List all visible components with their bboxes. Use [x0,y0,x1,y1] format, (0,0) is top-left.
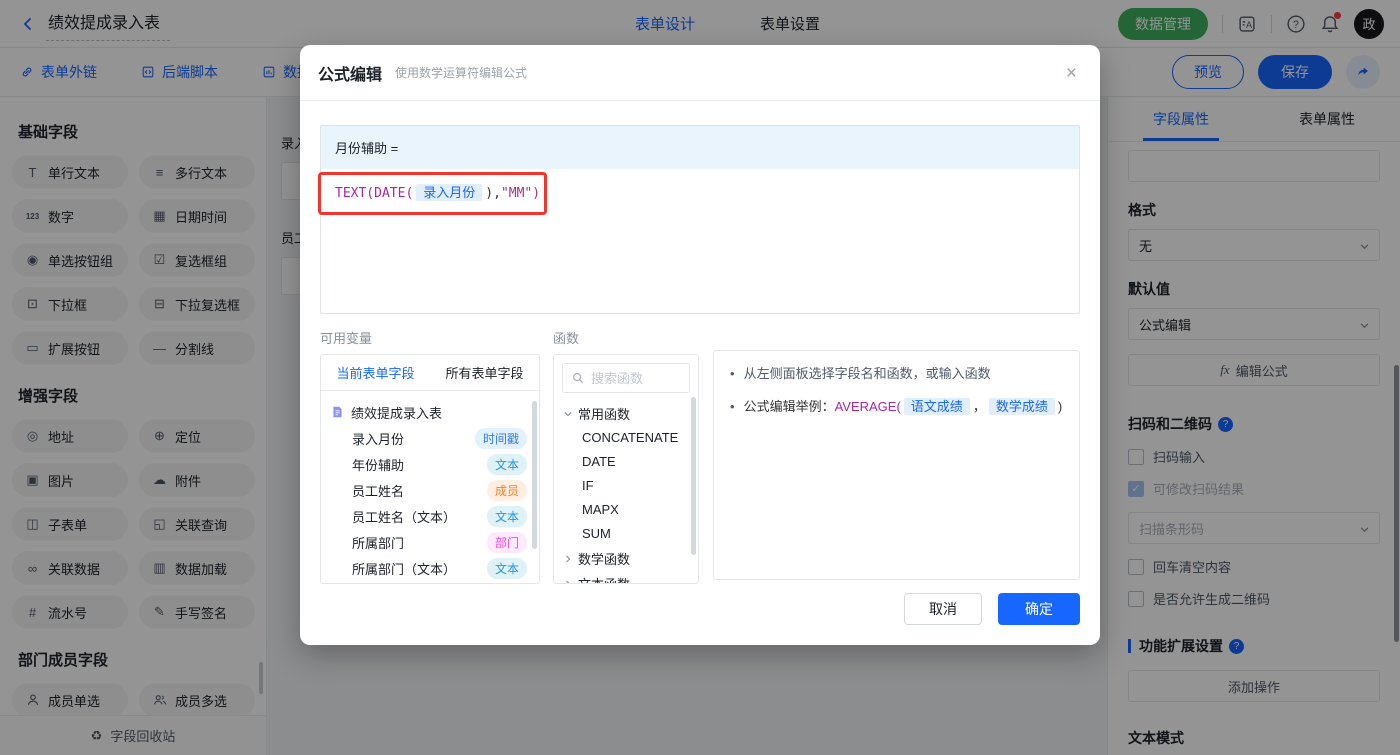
formula-token: "MM") [501,186,540,201]
function-group-label: 文本函数 [578,574,630,584]
bullet: • [730,397,735,417]
variables-tab-all[interactable]: 所有表单字段 [430,355,539,390]
formula-editor-area[interactable]: TEXT(DATE(录入月份),"MM") [321,169,1079,313]
variable-type-badge: 文本 [487,558,527,579]
formula-box: 月份辅助 = TEXT(DATE(录入月份),"MM") [320,125,1080,314]
function-item[interactable]: IF [554,474,698,498]
function-search-input[interactable] [591,371,681,386]
chevron-right-icon [563,579,573,585]
variable-row[interactable]: 员工姓名 成员 [321,477,539,503]
variable-type-badge: 时间戳 [475,428,527,449]
variable-type-badge: 文本 [487,506,527,527]
variable-row[interactable]: 员工姓名（文本） 文本 [321,503,539,529]
field-chip[interactable]: 语文成绩 [904,398,970,415]
bullet: • [730,364,735,384]
help-line-1: • 从左侧面板选择字段名和函数，或输入函数 [730,364,1063,384]
chevron-down-icon [563,409,573,419]
form-file-icon [331,405,344,419]
search-icon [571,371,585,385]
confirm-button[interactable]: 确定 [998,593,1080,625]
function-group-label: 常用函数 [578,404,630,423]
function-search [562,363,690,393]
modal-header: 公式编辑 使用数学运算符编辑公式 [300,45,1100,101]
variable-type-badge: 文本 [487,454,527,475]
variable-root-label: 绩效提成录入表 [351,403,442,422]
field-chip[interactable]: 数学成绩 [989,398,1055,415]
variable-name: 员工姓名 [352,481,404,500]
formula-editor-modal: 公式编辑 使用数学运算符编辑公式 × 月份辅助 = TEXT(DATE(录入月份… [300,45,1100,645]
variable-row[interactable]: 年份辅助 文本 [321,451,539,477]
formula-token: AVERAGE( [835,399,901,414]
chevron-right-icon [563,554,573,564]
function-group[interactable]: 文本函数 [554,571,698,584]
formula-token: TEXT(DATE( [335,186,413,201]
functions-panel: 常用函数 CONCATENATEDATEIFMAPXSUM 数学函数文本函数 [553,354,699,584]
variable-row[interactable]: 录入月份 时间戳 [321,425,539,451]
help-line-2: • 公式编辑举例：AVERAGE(语文成绩，数学成绩) [730,397,1063,417]
formula-token: ), [485,186,501,201]
cancel-button[interactable]: 取消 [904,593,982,625]
functions-scrollbar[interactable] [691,397,696,555]
function-group[interactable]: 数学函数 [554,546,698,571]
variable-name: 员工姓名（文本） [352,507,456,526]
variables-panel: 当前表单字段所有表单字段 绩效提成录入表录入月份时间戳年份辅助文本员工姓名成员员… [320,354,540,584]
variable-type-badge: 部门 [487,532,527,553]
function-group-label: 数学函数 [578,549,630,568]
formula-token: 公式编辑举例： [744,399,835,414]
formula-token: ) [1058,399,1062,414]
formula-target: 月份辅助 = [321,126,1079,169]
function-item[interactable]: CONCATENATE [554,426,698,450]
variable-root-row[interactable]: 绩效提成录入表 [321,399,539,425]
field-chip[interactable]: 录入月份 [416,184,482,201]
variable-row[interactable]: 所属部门 部门 [321,529,539,555]
help-spacer [713,328,1080,343]
variables-scrollbar[interactable] [532,401,537,549]
formula-token: ， [973,399,986,414]
function-item[interactable]: DATE [554,450,698,474]
help-panel: • 从左侧面板选择字段名和函数，或输入函数 • 公式编辑举例：AVERAGE(语… [713,350,1080,580]
variable-row[interactable]: 所属部门（文本） 文本 [321,555,539,581]
function-item[interactable]: SUM [554,522,698,546]
variables-label: 可用变量 [320,328,540,347]
variables-tab-current[interactable]: 当前表单字段 [321,355,430,390]
modal-subtitle: 使用数学运算符编辑公式 [395,64,527,81]
variable-name: 录入月份 [352,429,404,448]
close-icon[interactable]: × [1066,64,1077,83]
variable-name: 所属部门 [352,533,404,552]
functions-label: 函数 [553,328,699,347]
function-item[interactable]: MAPX [554,498,698,522]
variable-name: 年份辅助 [352,455,404,474]
function-group[interactable]: 常用函数 [554,401,698,426]
modal-title: 公式编辑 [318,61,382,85]
variable-type-badge: 成员 [487,480,527,501]
variable-name: 所属部门（文本） [352,559,456,578]
page-scrollbar[interactable] [1394,365,1399,642]
